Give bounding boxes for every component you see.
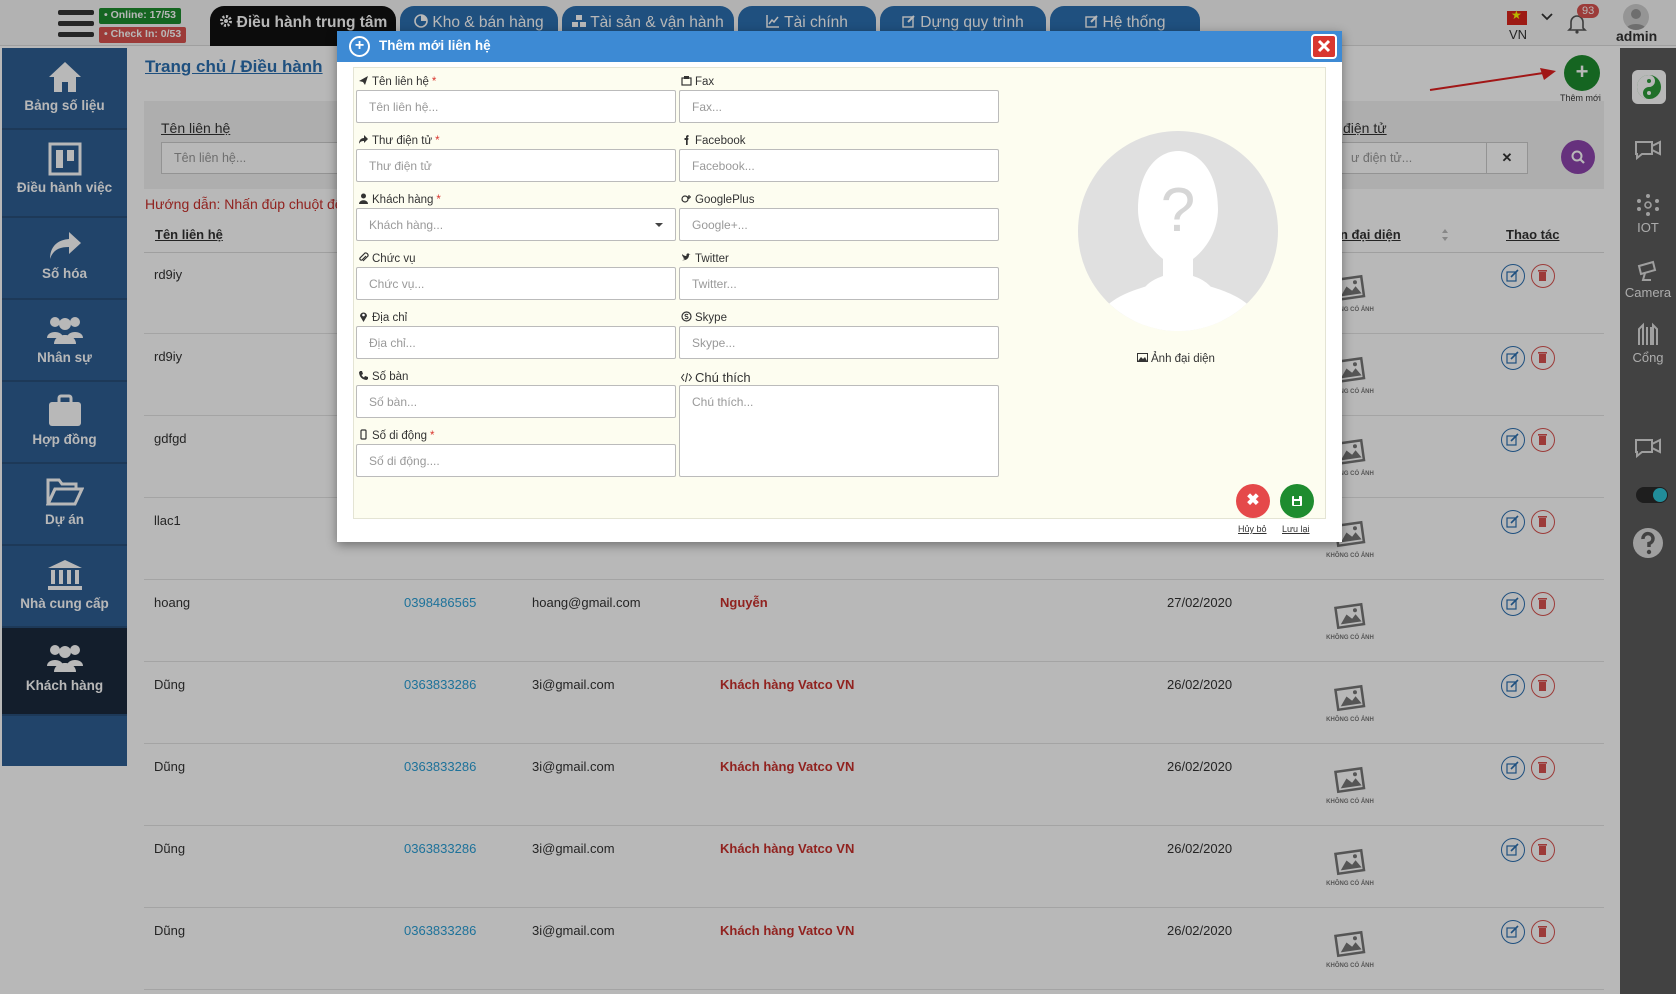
twitter-icon bbox=[682, 253, 691, 261]
modal-body: Tên liên hệ * Tên liên hệ... Thư điện tử *… bbox=[353, 67, 1326, 534]
share-icon bbox=[359, 135, 368, 144]
paper-plane-icon bbox=[359, 76, 368, 85]
cancel-label[interactable]: Hủy bỏ bbox=[1238, 524, 1267, 534]
field-label-skype: Skype bbox=[681, 311, 727, 324]
add-contact-modal: + Thêm mới liên hệ Tên liên hệ * Tên liên… bbox=[337, 31, 1342, 542]
field-label-khach-hang: Khách hàng * bbox=[358, 193, 441, 206]
field-label-fax: Fax bbox=[681, 75, 714, 88]
svg-text:?: ? bbox=[1161, 176, 1195, 245]
field-label-facebook: Facebook bbox=[681, 134, 746, 147]
image-icon bbox=[1137, 353, 1148, 362]
twitter-input[interactable]: Twitter... bbox=[679, 267, 999, 300]
mobile-input[interactable]: Số di động.... bbox=[356, 444, 676, 477]
email-input[interactable]: Thư điện tử bbox=[356, 149, 676, 182]
field-label-twitter: Twitter bbox=[681, 252, 729, 265]
modal-title: Thêm mới liên hệ bbox=[379, 38, 491, 53]
field-label-so-ban: Số bàn bbox=[358, 370, 411, 383]
phone-icon bbox=[359, 371, 368, 380]
desk-phone-input[interactable]: Số bàn... bbox=[356, 385, 676, 418]
field-label-thu-dien-tu: Thư điện tử * bbox=[358, 134, 440, 147]
field-label-dia-chi: Địa chỉ bbox=[358, 311, 410, 324]
note-textarea[interactable]: Chú thích... bbox=[679, 385, 999, 477]
field-label-ten-lien-he: Tên liên hệ * bbox=[358, 75, 436, 88]
avatar-placeholder[interactable]: ? bbox=[1078, 131, 1278, 331]
field-label-so-di-dong: Số di động * bbox=[358, 429, 434, 442]
mobile-icon bbox=[360, 429, 367, 440]
close-icon bbox=[1317, 39, 1331, 53]
position-input[interactable]: Chức vụ... bbox=[356, 267, 676, 300]
floppy-disk-icon bbox=[1292, 496, 1302, 506]
fax-icon bbox=[681, 76, 692, 86]
address-input[interactable]: Địa chỉ... bbox=[356, 326, 676, 359]
skype-icon bbox=[681, 311, 692, 322]
save-button[interactable] bbox=[1280, 484, 1314, 518]
facebook-input[interactable]: Facebook... bbox=[679, 149, 999, 182]
plus-circle-icon: + bbox=[349, 36, 370, 57]
contact-name-input[interactable]: Tên liên hệ... bbox=[356, 90, 676, 123]
googleplus-input[interactable]: Google+... bbox=[679, 208, 999, 241]
paperclip-icon bbox=[359, 252, 369, 262]
google-plus-icon bbox=[681, 195, 691, 203]
caret-down-icon[interactable] bbox=[654, 222, 664, 228]
customer-select[interactable]: Khách hàng... bbox=[356, 208, 676, 241]
skype-input[interactable]: Skype... bbox=[679, 326, 999, 359]
close-button[interactable] bbox=[1311, 34, 1337, 59]
user-icon bbox=[359, 193, 368, 204]
save-label[interactable]: Lưu lại bbox=[1282, 524, 1310, 534]
field-label-chuc-vu: Chức vụ bbox=[358, 252, 419, 265]
modal-header: + Thêm mới liên hệ bbox=[337, 31, 1342, 62]
map-marker-icon bbox=[360, 312, 367, 322]
cancel-button[interactable]: ✖ bbox=[1236, 484, 1270, 518]
fax-input[interactable]: Fax... bbox=[679, 90, 999, 123]
field-label-chu-thich: Chú thích bbox=[681, 370, 751, 385]
field-label-googleplus: GooglePlus bbox=[681, 193, 754, 206]
facebook-icon bbox=[684, 135, 689, 145]
code-icon bbox=[681, 372, 692, 383]
avatar-label: Ảnh đại diện bbox=[1137, 352, 1215, 365]
